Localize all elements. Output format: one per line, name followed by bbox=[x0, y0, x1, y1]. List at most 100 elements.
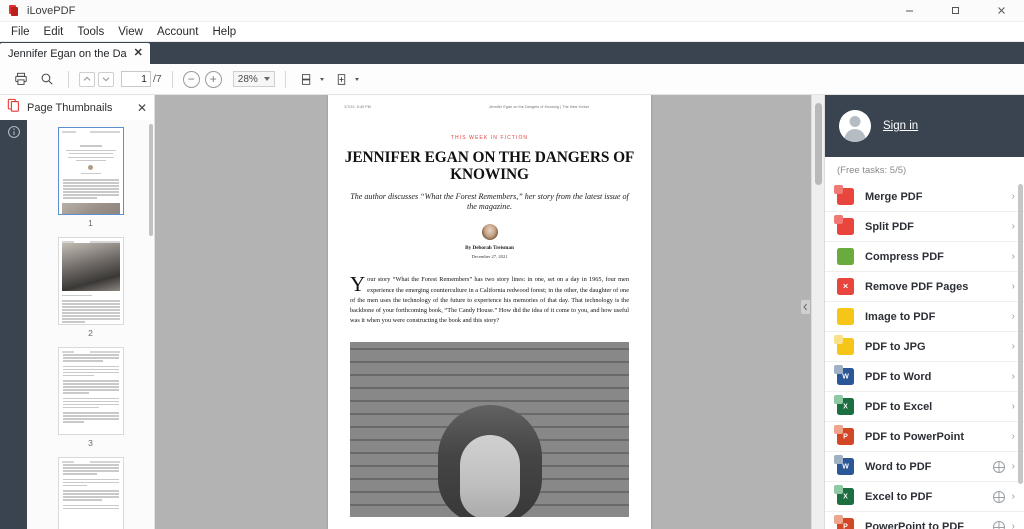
tool-pdf-to-powerpoint[interactable]: P PDF to PowerPoint › bbox=[825, 422, 1024, 452]
page-layout-chevron-down-icon[interactable] bbox=[319, 77, 324, 81]
chevron-right-icon: › bbox=[1011, 401, 1015, 412]
tool-word-to-pdf[interactable]: W Word to PDF › bbox=[825, 452, 1024, 482]
tool-label: PDF to JPG bbox=[865, 340, 926, 353]
chevron-right-icon: › bbox=[1011, 251, 1015, 262]
toolbar-separator-2 bbox=[171, 70, 173, 88]
thumbnails-close-icon[interactable]: ✕ bbox=[130, 101, 154, 115]
tool-powerpoint-to-pdf[interactable]: P PowerPoint to PDF › bbox=[825, 512, 1024, 529]
info-icon bbox=[7, 125, 21, 144]
paragraph-text: our story “What the Forest Remembers” ha… bbox=[350, 276, 629, 325]
tool-label: Split PDF bbox=[865, 220, 914, 233]
thumbnail-item[interactable]: 4 bbox=[27, 457, 154, 529]
tool-pdf-to-jpg[interactable]: PDF to JPG › bbox=[825, 332, 1024, 362]
app-logo-icon bbox=[8, 5, 19, 16]
pdf-to-word-icon: W bbox=[834, 365, 854, 385]
account-section: Sign in bbox=[825, 95, 1024, 157]
tools-list[interactable]: Merge PDF › Split PDF › Compress PDF › ✕… bbox=[825, 182, 1024, 529]
thumbnail-item[interactable]: 2 bbox=[27, 237, 154, 338]
page-fit-chevron-down-icon[interactable] bbox=[354, 77, 359, 81]
zoom-out-button[interactable]: − bbox=[182, 70, 200, 88]
minimize-button[interactable] bbox=[886, 0, 932, 22]
menu-edit[interactable]: Edit bbox=[37, 24, 71, 40]
powerpoint-to-pdf-icon: P bbox=[834, 515, 854, 529]
tools-sidebar: Sign in (Free tasks: 5/5) Merge PDF › Sp… bbox=[824, 95, 1024, 529]
globe-icon bbox=[992, 490, 1005, 503]
compress-pdf-icon bbox=[837, 248, 854, 265]
menu-account[interactable]: Account bbox=[150, 24, 206, 40]
menu-view[interactable]: View bbox=[111, 24, 150, 40]
thumbnail-page-preview[interactable] bbox=[57, 127, 124, 215]
viewer-scrollbar-thumb[interactable] bbox=[815, 103, 822, 185]
runhead-title: Jennifer Egan on the Dangers of Knowing … bbox=[488, 105, 590, 109]
tool-label: Excel to PDF bbox=[865, 490, 933, 503]
document-viewer[interactable]: 1/7/22, 5:40 PM Jennifer Egan on the Dan… bbox=[155, 95, 824, 529]
document-running-head: 1/7/22, 5:40 PM Jennifer Egan on the Dan… bbox=[344, 105, 635, 109]
tool-label: Compress PDF bbox=[865, 250, 944, 263]
info-rail-button[interactable] bbox=[0, 120, 27, 148]
menu-help[interactable]: Help bbox=[206, 24, 244, 40]
page-total-label: /7 bbox=[153, 73, 162, 85]
tool-pdf-to-word[interactable]: W PDF to Word › bbox=[825, 362, 1024, 392]
globe-icon bbox=[992, 520, 1005, 529]
tab-close-icon[interactable]: ✕ bbox=[131, 48, 146, 59]
chevron-down-icon bbox=[263, 77, 270, 81]
excel-to-pdf-icon: X bbox=[834, 485, 854, 505]
pdf-to-jpg-icon bbox=[834, 335, 854, 355]
close-button[interactable] bbox=[978, 0, 1024, 22]
runhead-timestamp: 1/7/22, 5:40 PM bbox=[344, 105, 371, 109]
thumbnails-scrollbar[interactable] bbox=[149, 124, 153, 236]
menu-file[interactable]: File bbox=[4, 24, 37, 40]
page-layout-icon[interactable] bbox=[296, 68, 318, 90]
thumbnail-item[interactable]: 1 bbox=[27, 127, 154, 228]
tool-merge-pdf[interactable]: Merge PDF › bbox=[825, 182, 1024, 212]
chevron-right-icon: › bbox=[1011, 371, 1015, 382]
pages-icon bbox=[7, 98, 21, 118]
author-photo-icon bbox=[481, 224, 498, 241]
pdf-to-powerpoint-icon: P bbox=[834, 425, 854, 445]
chevron-right-icon: › bbox=[1011, 431, 1015, 442]
print-icon[interactable] bbox=[10, 68, 32, 90]
word-to-pdf-icon: W bbox=[834, 455, 854, 475]
chevron-right-icon: › bbox=[1011, 341, 1015, 352]
document-photo bbox=[350, 342, 629, 518]
sign-in-link[interactable]: Sign in bbox=[883, 120, 918, 132]
tool-split-pdf[interactable]: Split PDF › bbox=[825, 212, 1024, 242]
tool-pdf-to-excel[interactable]: X PDF to Excel › bbox=[825, 392, 1024, 422]
split-pdf-icon bbox=[834, 215, 854, 235]
thumbnails-list[interactable]: 1 2 3 bbox=[27, 120, 154, 529]
maximize-button[interactable] bbox=[932, 0, 978, 22]
viewer-collapse-arrow[interactable] bbox=[801, 300, 810, 314]
chevron-right-icon: › bbox=[1011, 221, 1015, 232]
tab-label: Jennifer Egan on the Da bbox=[8, 47, 127, 60]
thumbnail-page-preview[interactable] bbox=[57, 237, 124, 325]
sidebar-scrollbar[interactable] bbox=[1018, 184, 1023, 484]
page-fit-icon[interactable] bbox=[331, 68, 353, 90]
previous-page-button[interactable] bbox=[79, 71, 95, 87]
next-page-button[interactable] bbox=[98, 71, 114, 87]
merge-pdf-icon bbox=[834, 185, 854, 205]
menu-tools[interactable]: Tools bbox=[70, 24, 111, 40]
left-icon-rail bbox=[0, 95, 27, 529]
tool-excel-to-pdf[interactable]: X Excel to PDF › bbox=[825, 482, 1024, 512]
document-paragraph: Your story “What the Forest Remembers” h… bbox=[344, 274, 635, 326]
zoom-level-select[interactable]: 28% bbox=[232, 71, 275, 87]
tool-compress-pdf[interactable]: Compress PDF › bbox=[825, 242, 1024, 272]
zoom-level-value: 28% bbox=[237, 73, 258, 85]
tool-label: PowerPoint to PDF bbox=[865, 520, 964, 529]
viewer-scrollbar[interactable] bbox=[811, 95, 824, 529]
document-tab[interactable]: Jennifer Egan on the Da ✕ bbox=[0, 43, 150, 64]
thumbnail-item[interactable]: 3 bbox=[27, 347, 154, 448]
app-title: iLovePDF bbox=[27, 4, 76, 17]
document-date: December 27, 2021 bbox=[471, 254, 508, 260]
thumbnail-page-preview[interactable] bbox=[57, 347, 124, 435]
tool-label: Word to PDF bbox=[865, 460, 932, 473]
chevron-right-icon: › bbox=[1011, 281, 1015, 292]
thumbnail-page-preview[interactable] bbox=[57, 457, 124, 529]
tool-remove-pdf-pages[interactable]: ✕ Remove PDF Pages › bbox=[825, 272, 1024, 302]
page-number-input[interactable] bbox=[121, 71, 151, 87]
toolbar-separator-1 bbox=[68, 70, 69, 88]
search-icon[interactable] bbox=[36, 68, 58, 90]
thumbnails-rail-button[interactable] bbox=[0, 95, 27, 120]
zoom-in-button[interactable]: + bbox=[204, 70, 222, 88]
tool-image-to-pdf[interactable]: Image to PDF › bbox=[825, 302, 1024, 332]
